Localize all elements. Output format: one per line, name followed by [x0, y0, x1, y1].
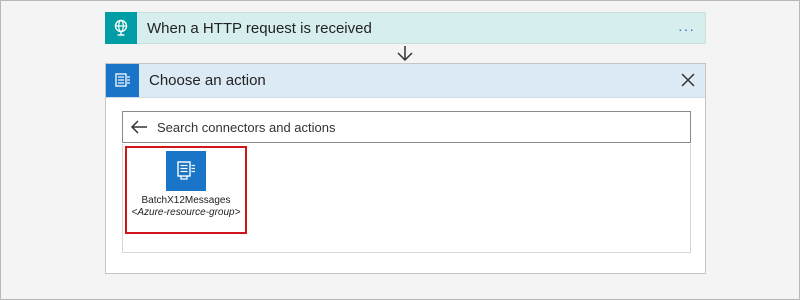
trigger-title: When a HTTP request is received: [147, 19, 372, 37]
close-icon[interactable]: [679, 71, 697, 89]
action-card: Choose an action Search connectors and a…: [105, 63, 706, 274]
search-input[interactable]: [155, 118, 679, 136]
connector-tile-batchx12messages[interactable]: BatchX12Messages <Azure-resource-group>: [125, 146, 247, 234]
connector-name: BatchX12Messages: [141, 195, 231, 206]
back-arrow-icon[interactable]: [129, 117, 149, 137]
batch-icon: [106, 64, 139, 97]
arrow-down-icon: [397, 46, 413, 62]
search-box: [122, 111, 691, 143]
action-header: Choose an action: [106, 64, 705, 98]
batch-icon: [166, 151, 206, 191]
action-title: Choose an action: [149, 72, 266, 89]
trigger-card[interactable]: When a HTTP request is received ···: [105, 12, 706, 44]
connector-subtitle: <Azure-resource-group>: [131, 207, 241, 218]
results-panel: BatchX12Messages <Azure-resource-group>: [122, 144, 691, 253]
http-request-icon: [105, 12, 137, 44]
more-options-icon[interactable]: ···: [678, 21, 695, 37]
